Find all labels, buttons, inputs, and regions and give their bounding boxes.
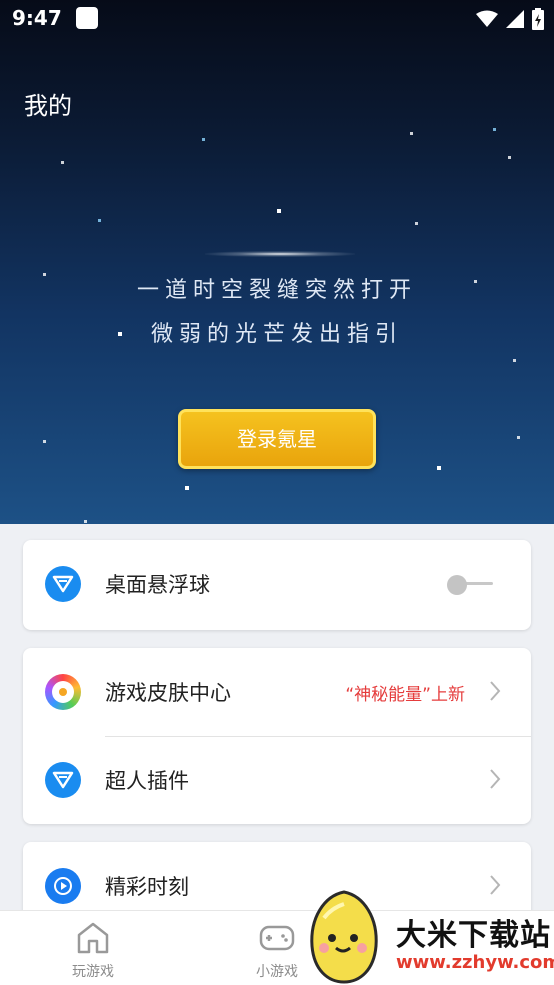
floating-ball-card: 桌面悬浮球 — [23, 540, 531, 630]
star — [202, 138, 205, 141]
watermark-title: 大米下载站 — [396, 918, 551, 953]
star — [513, 359, 516, 362]
star — [410, 132, 413, 135]
highlights-label: 精彩时刻 — [105, 875, 189, 899]
status-bar: 9:47 — [0, 0, 554, 36]
star — [437, 466, 441, 470]
page-title: 我的 — [24, 92, 72, 120]
star — [493, 128, 496, 131]
tab-label: 玩游戏 — [72, 964, 114, 980]
star — [84, 520, 87, 523]
status-time: 9:47 — [12, 6, 62, 30]
skin-center-label: 游戏皮肤中心 — [105, 681, 231, 705]
chevron-right-icon — [490, 769, 501, 789]
superman-plugin-label: 超人插件 — [105, 769, 189, 793]
login-button[interactable]: 登录氪星 — [178, 409, 376, 469]
star — [185, 486, 189, 490]
chevron-right-icon — [490, 681, 501, 701]
signal-icon — [506, 10, 524, 28]
star — [277, 209, 281, 213]
hero-tagline-2: 微弱的光芒发出指引 — [150, 322, 403, 347]
skin-center-badge: “神秘能量”上新 — [345, 684, 465, 705]
star — [508, 156, 511, 159]
star — [415, 222, 418, 225]
features-card: 游戏皮肤中心 “神秘能量”上新 超人插件 — [23, 648, 531, 824]
wifi-icon — [476, 10, 498, 27]
watermark-url: www.zzhyw.com — [396, 952, 554, 973]
gamepad-icon — [259, 925, 295, 951]
rice-mascot-logo — [310, 890, 378, 984]
floating-ball-toggle[interactable] — [447, 575, 493, 595]
skin-center-row[interactable]: 游戏皮肤中心 “神秘能量”上新 — [23, 648, 531, 736]
site-watermark: 大米下载站 www.zzhyw.com — [300, 888, 554, 985]
tab-play-games[interactable]: 玩游戏 — [38, 911, 148, 985]
profile-hero: 9:47 我的 一道时空裂缝突然打开 微弱的光芒发出指引 登录氪星 — [0, 0, 554, 524]
notification-icon — [75, 7, 98, 29]
palette-icon — [45, 674, 81, 710]
divider — [105, 736, 531, 737]
play-icon — [45, 868, 81, 904]
hero-tagline-1: 一道时空裂缝突然打开 — [136, 278, 417, 303]
plugin-logo-icon — [45, 566, 81, 602]
light-streak — [205, 251, 355, 257]
battery-icon — [532, 8, 544, 30]
star — [61, 161, 64, 164]
superman-plugin-row[interactable]: 超人插件 — [23, 736, 531, 824]
home-icon — [77, 922, 109, 954]
star — [517, 436, 520, 439]
star — [43, 440, 46, 443]
star — [98, 219, 101, 222]
floating-ball-row[interactable]: 桌面悬浮球 — [23, 540, 531, 628]
status-icons — [476, 8, 544, 30]
plugin-logo-icon — [45, 762, 81, 798]
floating-ball-label: 桌面悬浮球 — [105, 573, 210, 597]
